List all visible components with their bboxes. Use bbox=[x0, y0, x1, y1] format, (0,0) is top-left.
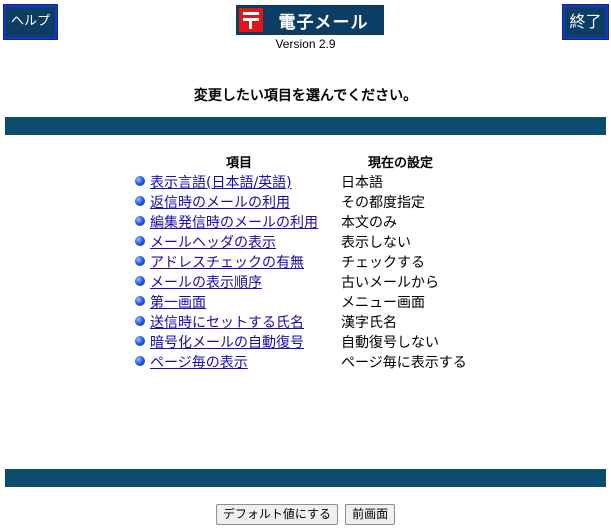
setting-value: 古いメールから bbox=[341, 275, 439, 291]
app-logo: 電子メール bbox=[236, 5, 384, 35]
setting-value: 表示しない bbox=[341, 235, 411, 251]
bullet-icon bbox=[135, 236, 145, 246]
setting-link[interactable]: アドレスチェックの有無 bbox=[150, 252, 304, 272]
setting-link[interactable]: メールの表示順序 bbox=[150, 272, 262, 292]
column-header-current: 現在の設定 bbox=[368, 156, 434, 171]
setting-value: メニュー画面 bbox=[341, 295, 425, 311]
setting-link[interactable]: メールヘッダの表示 bbox=[150, 232, 276, 252]
bullet-icon bbox=[135, 256, 145, 266]
app-title: 電子メール bbox=[278, 12, 369, 33]
setting-link[interactable]: 返信時のメールの利用 bbox=[150, 192, 290, 212]
column-header-item: 項目 bbox=[226, 156, 253, 171]
bullet-icon bbox=[135, 176, 145, 186]
setting-value: その都度指定 bbox=[341, 195, 425, 211]
bullet-icon bbox=[135, 216, 145, 226]
setting-link[interactable]: 表示言語(日本語/英語) bbox=[150, 172, 292, 192]
setting-value: 漢字氏名 bbox=[341, 315, 397, 331]
bullet-icon bbox=[135, 336, 145, 346]
previous-screen-button[interactable]: 前画面 bbox=[345, 504, 396, 525]
version-label: Version 2.9 bbox=[275, 37, 336, 51]
bullet-icon bbox=[135, 356, 145, 366]
setting-value: 日本語 bbox=[341, 175, 383, 191]
setting-value: チェックする bbox=[341, 255, 425, 271]
default-values-button[interactable]: デフォルト値にする bbox=[215, 504, 338, 525]
setting-link[interactable]: ページ毎の表示 bbox=[150, 352, 248, 372]
post-mark-icon bbox=[239, 8, 263, 32]
exit-button[interactable]: 終了 bbox=[562, 4, 609, 40]
bullet-icon bbox=[135, 196, 145, 206]
setting-link[interactable]: 編集発信時のメールの利用 bbox=[150, 212, 318, 232]
bullet-icon bbox=[135, 296, 145, 306]
divider-band-bottom bbox=[5, 469, 606, 487]
bullet-icon bbox=[135, 276, 145, 286]
footer-buttons: デフォルト値にする 前画面 bbox=[0, 503, 611, 525]
setting-value: ページ毎に表示する bbox=[341, 355, 467, 371]
setting-link[interactable]: 第一画面 bbox=[150, 292, 206, 312]
setting-link[interactable]: 送信時にセットする氏名 bbox=[150, 312, 304, 332]
setting-link[interactable]: 暗号化メールの自動復号 bbox=[150, 332, 304, 352]
divider-band-top bbox=[5, 117, 606, 135]
setting-value: 本文のみ bbox=[341, 215, 397, 231]
setting-value: 自動復号しない bbox=[341, 335, 439, 351]
instruction-text: 変更したい項目を選んでください。 bbox=[193, 88, 418, 104]
bullet-icon bbox=[135, 316, 145, 326]
help-button[interactable]: ヘルプ bbox=[3, 4, 58, 40]
